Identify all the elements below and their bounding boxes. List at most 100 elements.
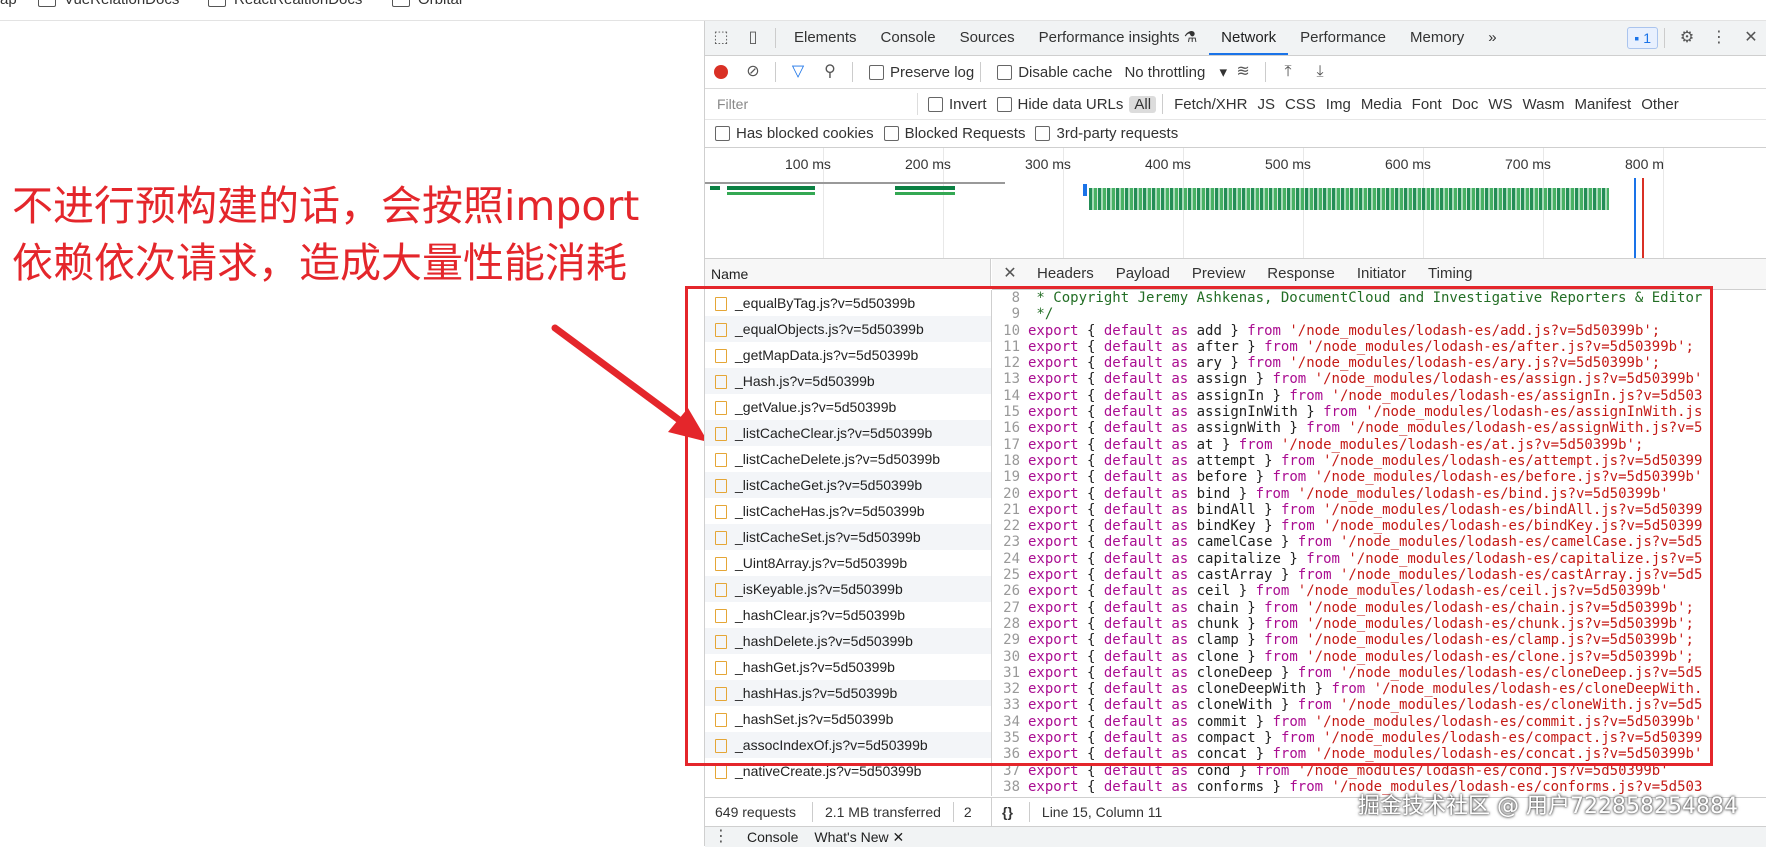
drawer-menu-icon[interactable]: ⋮ bbox=[711, 827, 731, 847]
request-name: _Uint8Array.js?v=5d50399b bbox=[735, 555, 908, 571]
tab-sources[interactable]: Sources bbox=[948, 21, 1027, 55]
type-filter-wasm[interactable]: Wasm bbox=[1518, 96, 1570, 113]
third-party-checkbox[interactable] bbox=[1035, 125, 1051, 141]
request-row[interactable]: _listCacheSet.js?v=5d50399b bbox=[705, 524, 991, 550]
tab-performance-insights[interactable]: Performance insights ⚗ bbox=[1027, 21, 1210, 55]
type-filter-font[interactable]: Font bbox=[1407, 96, 1447, 113]
tab-network[interactable]: Network bbox=[1209, 21, 1289, 55]
code-line: 23 export { default as camelCase } from '… bbox=[1003, 534, 1703, 551]
request-row[interactable]: _assocIndexOf.js?v=5d50399b bbox=[705, 732, 991, 758]
type-filter-ws[interactable]: WS bbox=[1483, 96, 1517, 113]
drawer-tabs: ⋮ Console What's New ✕ bbox=[705, 826, 1766, 847]
tab-preview[interactable]: Preview bbox=[1180, 259, 1257, 289]
type-filter-media[interactable]: Media bbox=[1356, 96, 1407, 113]
watermark: 掘金技术社区 @ 用户722858254884 bbox=[1358, 794, 1738, 819]
pretty-print-button[interactable]: {} bbox=[992, 804, 1023, 820]
search-icon[interactable]: ⚲ bbox=[820, 62, 840, 82]
invert-label: Invert bbox=[949, 95, 987, 113]
clear-icon[interactable]: ⊘ bbox=[743, 62, 763, 82]
request-row[interactable]: _isKeyable.js?v=5d50399b bbox=[705, 576, 991, 602]
type-filter-all[interactable]: All bbox=[1129, 95, 1157, 113]
request-row[interactable]: _listCacheDelete.js?v=5d50399b bbox=[705, 446, 991, 472]
hide-data-urls-checkbox[interactable] bbox=[996, 96, 1012, 112]
kebab-menu-icon[interactable]: ⋮ bbox=[1709, 28, 1729, 48]
js-file-icon bbox=[715, 453, 727, 468]
drawer-tab-whats-new[interactable]: What's New ✕ bbox=[808, 829, 910, 846]
has-blocked-cookies-checkbox[interactable] bbox=[715, 125, 730, 141]
gear-icon[interactable]: ⚙ bbox=[1677, 28, 1697, 48]
request-list-header[interactable]: Name bbox=[705, 259, 991, 289]
code-line: 18 export { default as attempt } from '/n… bbox=[1003, 452, 1703, 469]
code-line: 25 export { default as castArray } from '… bbox=[1003, 567, 1703, 584]
request-row[interactable]: _getValue.js?v=5d50399b bbox=[705, 394, 991, 420]
request-row[interactable]: _getMapData.js?v=5d50399b bbox=[705, 342, 991, 368]
request-row[interactable]: _listCacheHas.js?v=5d50399b bbox=[705, 498, 991, 524]
request-row[interactable]: _equalByTag.js?v=5d50399b bbox=[705, 290, 991, 316]
more-tabs-button[interactable]: » bbox=[1476, 21, 1508, 55]
preserve-log-checkbox[interactable] bbox=[869, 64, 884, 80]
timeline-tick: 700 ms bbox=[1505, 156, 1551, 172]
tab-elements[interactable]: Elements bbox=[782, 21, 869, 55]
bookmark-item[interactable]: ap bbox=[0, 0, 17, 8]
request-row[interactable]: _hashHas.js?v=5d50399b bbox=[705, 680, 991, 706]
tab-headers[interactable]: Headers bbox=[1026, 259, 1105, 289]
tab-initiator[interactable]: Initiator bbox=[1346, 259, 1417, 289]
request-name: _getValue.js?v=5d50399b bbox=[735, 399, 897, 415]
issues-badge[interactable]: ▪ 1 bbox=[1627, 27, 1658, 49]
type-filter-js[interactable]: JS bbox=[1252, 96, 1280, 113]
tab-console[interactable]: Console bbox=[869, 21, 948, 55]
throttling-select[interactable]: No throttling ▾ bbox=[1124, 63, 1227, 81]
tab-memory[interactable]: Memory bbox=[1398, 21, 1476, 55]
request-name: _listCacheClear.js?v=5d50399b bbox=[735, 425, 933, 441]
type-filter-other[interactable]: Other bbox=[1636, 96, 1684, 113]
record-icon[interactable] bbox=[711, 62, 731, 82]
request-row[interactable]: _Uint8Array.js?v=5d50399b bbox=[705, 550, 991, 576]
request-row[interactable]: _Hash.js?v=5d50399b bbox=[705, 368, 991, 394]
close-detail-icon[interactable]: ✕ bbox=[1000, 264, 1020, 284]
invert-checkbox[interactable] bbox=[928, 96, 943, 112]
close-icon[interactable]: ✕ bbox=[1741, 28, 1761, 48]
request-row[interactable]: _hashClear.js?v=5d50399b bbox=[705, 602, 991, 628]
hide-data-urls-label: Hide data URLs bbox=[1017, 95, 1124, 113]
type-filter-fetch[interactable]: Fetch/XHR bbox=[1169, 96, 1252, 113]
filter-icon[interactable]: ▽ bbox=[788, 62, 808, 82]
close-icon[interactable]: ✕ bbox=[893, 829, 905, 845]
request-row[interactable]: _hashGet.js?v=5d50399b bbox=[705, 654, 991, 680]
export-har-icon[interactable]: ⤓ bbox=[1310, 62, 1330, 82]
network-overview-timeline[interactable]: 100 ms 200 ms 300 ms 400 ms 500 ms 600 m… bbox=[705, 148, 1766, 259]
js-file-icon bbox=[715, 401, 727, 416]
type-filter-doc[interactable]: Doc bbox=[1447, 96, 1484, 113]
timeline-tick: 600 ms bbox=[1385, 156, 1431, 172]
request-row[interactable]: _hashDelete.js?v=5d50399b bbox=[705, 628, 991, 654]
preview-code[interactable]: 8 * Copyright Jeremy Ashkenas, DocumentC… bbox=[992, 290, 1766, 796]
tab-performance[interactable]: Performance bbox=[1288, 21, 1398, 55]
device-toggle-icon[interactable]: ▯ bbox=[743, 28, 763, 48]
inspect-icon[interactable]: ⬚ bbox=[711, 28, 731, 48]
tab-timing[interactable]: Timing bbox=[1417, 259, 1483, 289]
timeline-tick: 300 ms bbox=[1025, 156, 1071, 172]
folder-icon bbox=[38, 0, 56, 8]
tab-response[interactable]: Response bbox=[1256, 259, 1346, 289]
network-conditions-icon[interactable]: ≋ bbox=[1233, 62, 1253, 82]
filter-input[interactable]: Filter bbox=[711, 93, 918, 115]
folder-icon bbox=[208, 0, 226, 8]
blocked-requests-checkbox[interactable] bbox=[883, 125, 899, 141]
bookmark-item[interactable]: Orbital bbox=[392, 0, 462, 8]
type-filter-manifest[interactable]: Manifest bbox=[1570, 96, 1637, 113]
tab-payload[interactable]: Payload bbox=[1105, 259, 1181, 289]
bookmark-item[interactable]: VueRelationDocs bbox=[38, 0, 179, 8]
bookmark-item[interactable]: ReactRealtionDocs bbox=[208, 0, 362, 8]
disable-cache-checkbox[interactable] bbox=[997, 64, 1013, 80]
type-filter-img[interactable]: Img bbox=[1321, 96, 1356, 113]
request-name: _hashSet.js?v=5d50399b bbox=[735, 711, 894, 727]
code-line: 36 export { default as concat } from '/no… bbox=[1003, 746, 1703, 763]
drawer-tab-console[interactable]: Console bbox=[737, 829, 808, 845]
request-row[interactable]: _equalObjects.js?v=5d50399b bbox=[705, 316, 991, 342]
request-row[interactable]: _hashSet.js?v=5d50399b bbox=[705, 706, 991, 732]
import-har-icon[interactable]: ⤒ bbox=[1278, 62, 1298, 82]
request-row[interactable]: _listCacheClear.js?v=5d50399b bbox=[705, 420, 991, 446]
type-filter-css[interactable]: CSS bbox=[1280, 96, 1321, 113]
request-name: _nativeCreate.js?v=5d50399b bbox=[735, 763, 922, 779]
request-row[interactable]: _listCacheGet.js?v=5d50399b bbox=[705, 472, 991, 498]
request-row[interactable]: _nativeCreate.js?v=5d50399b bbox=[705, 758, 991, 784]
